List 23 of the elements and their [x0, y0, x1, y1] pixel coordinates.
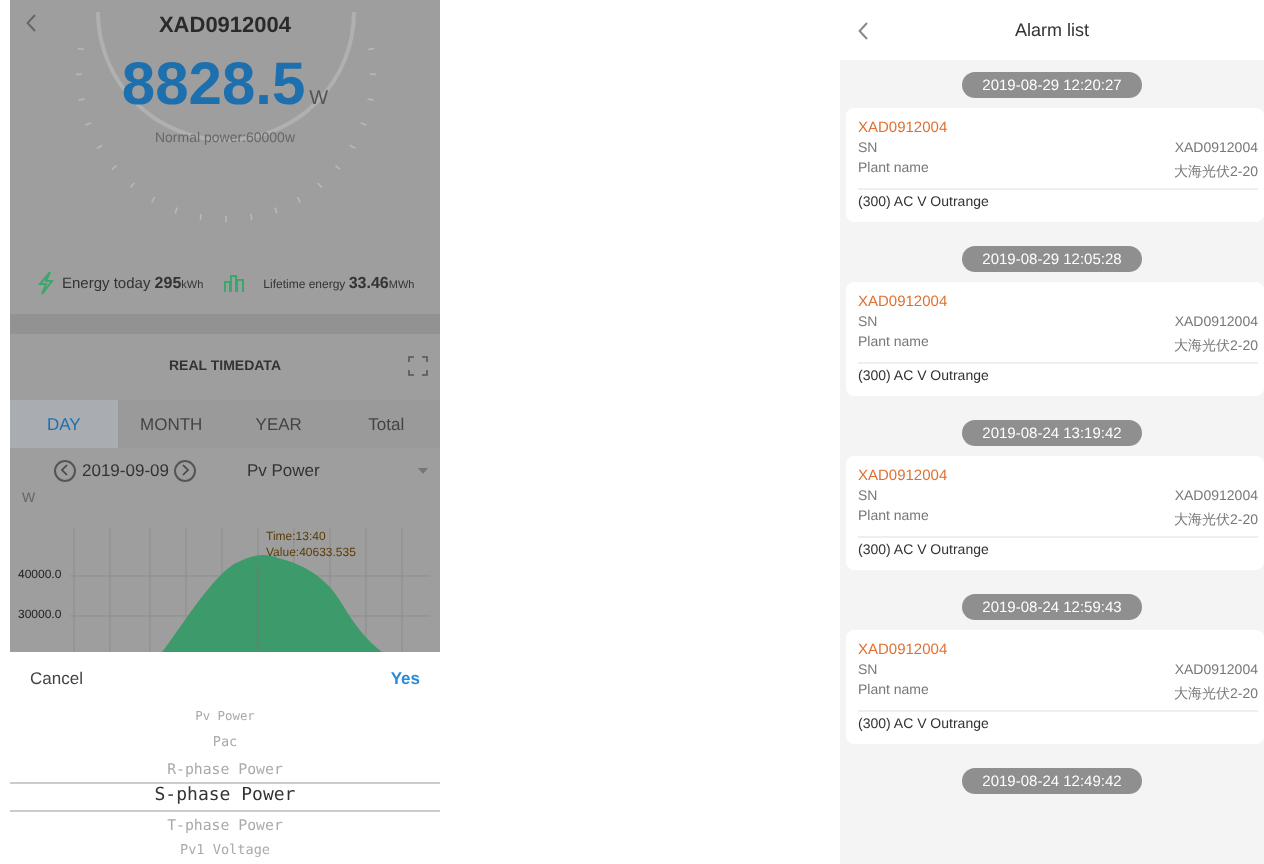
back-icon[interactable] — [858, 22, 868, 40]
power-value: 8828.5 — [121, 52, 306, 120]
period-tab[interactable]: DAY — [10, 400, 118, 448]
lightning-icon — [38, 272, 54, 294]
caret-icon[interactable] — [418, 467, 428, 473]
page-title: Alarm list — [1014, 20, 1089, 40]
bar-chart-icon — [223, 274, 244, 292]
chevron-left-icon — [60, 464, 70, 476]
period-tab[interactable]: MONTH — [117, 400, 225, 448]
date-label: 2019-09-09 — [82, 460, 169, 480]
chevron-right-icon — [180, 464, 191, 476]
device-title: XAD0912004 — [158, 14, 292, 38]
expand-icon[interactable] — [408, 356, 428, 376]
period-tab[interactable]: Total — [332, 400, 440, 448]
yes-button[interactable]: Yes — [390, 668, 420, 688]
picker-option[interactable]: S-phase Power — [10, 782, 440, 812]
next-date-button[interactable] — [174, 459, 197, 481]
period-tab[interactable]: YEAR — [225, 400, 333, 448]
power-unit: W — [309, 88, 329, 110]
parameter-dropdown[interactable]: Pv Power — [246, 460, 412, 480]
previous-date-button[interactable] — [54, 459, 76, 481]
back-icon[interactable] — [26, 14, 36, 32]
cancel-button[interactable]: Cancel — [30, 668, 83, 688]
